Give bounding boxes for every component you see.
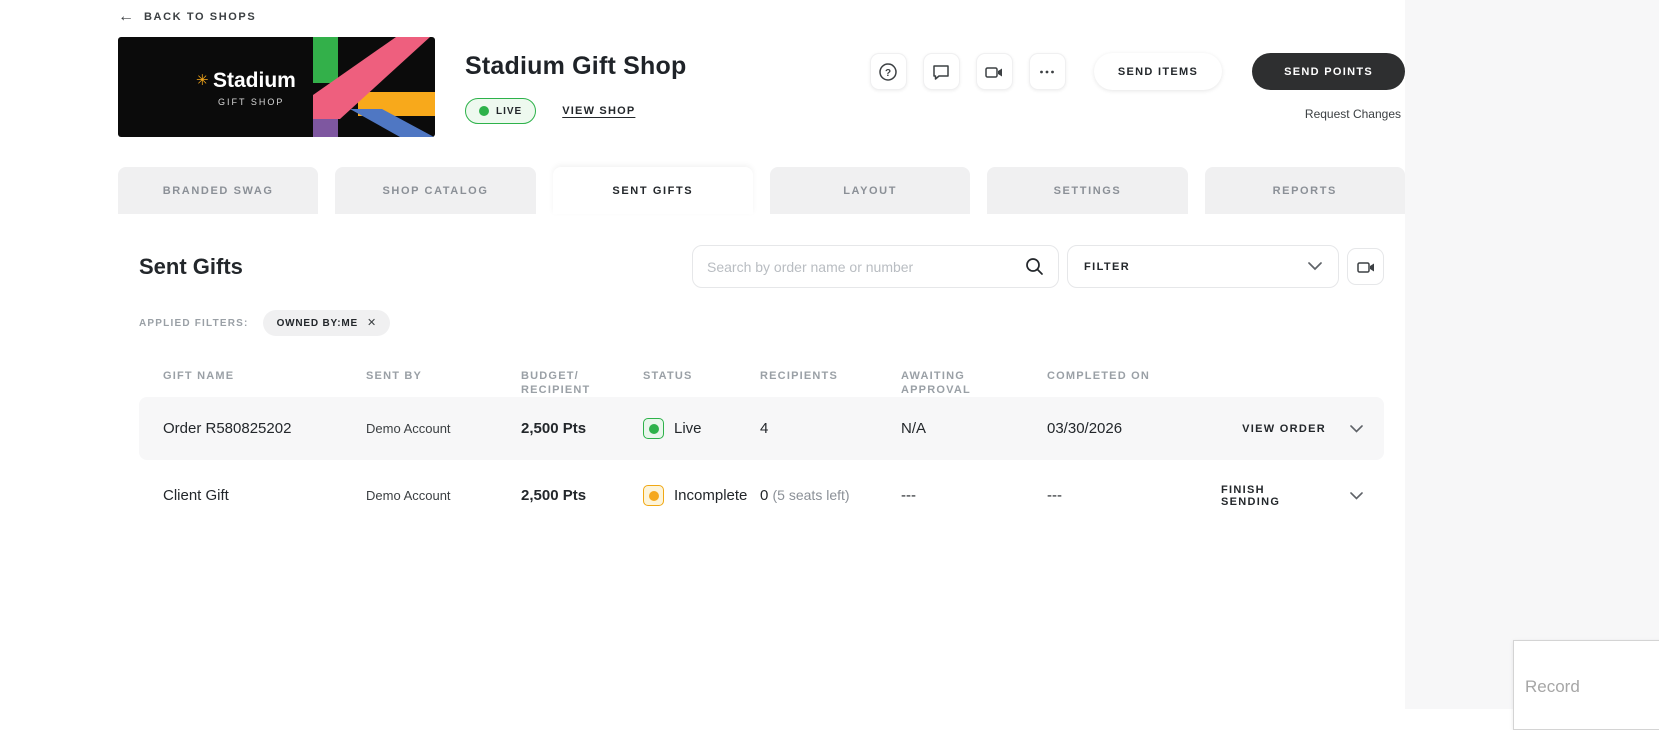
cell-budget: 2,500 Pts [521,420,587,437]
more-options-button[interactable] [1028,53,1066,90]
tab-sent-gifts[interactable]: SENT GIFTS [552,167,753,214]
sent-gifts-table: GIFT NAME SENT BY BUDGET/ RECIPIENT STAT… [139,369,1384,527]
cell-recipients: 4 [760,420,769,437]
svg-text:?: ? [885,68,891,79]
chat-icon [933,64,950,80]
table-row: Order R580825202 Demo Account 2,500 Pts … [139,397,1384,460]
shop-header: ✳ Stadium GIFT SHOP Stadium Gift Shop LI… [118,37,1405,137]
shop-title-block: Stadium Gift Shop LIVE VIEW SHOP [465,37,686,137]
help-icon: ? [879,62,898,81]
request-changes-link[interactable]: Request Changes [1305,107,1405,121]
video-camera-icon [985,66,1003,78]
tab-reports[interactable]: REPORTS [1204,167,1405,214]
row-expand-chevron[interactable] [1350,491,1363,500]
section-heading: Sent Gifts [139,253,243,279]
chevron-down-icon [1308,262,1322,271]
chip-close-icon[interactable]: ✕ [367,317,376,329]
filter-dropdown[interactable]: FILTER [1067,245,1339,288]
live-status-badge: LIVE [465,98,537,124]
view-order-link[interactable]: VIEW ORDER [1242,423,1326,435]
cell-status: Live [643,418,760,439]
svg-text:✳: ✳ [196,72,209,89]
main-column: ← BACK TO SHOPS ✳ Stadium GIFT SHOP Stad… [118,0,1405,527]
cell-awaiting-approval: --- [901,487,916,504]
shop-tabs: BRANDED SWAG SHOP CATALOG SENT GIFTS LAY… [118,167,1405,214]
cell-gift-name: Client Gift [163,487,229,504]
back-label: BACK TO SHOPS [144,11,257,23]
status-incomplete-icon [643,485,664,506]
shop-banner-image: ✳ Stadium GIFT SHOP [118,37,435,137]
page-right-gutter [1405,0,1659,709]
tab-settings[interactable]: SETTINGS [987,167,1188,214]
banner-brand-text: Stadium [213,69,296,92]
table-row: Client Gift Demo Account 2,500 Pts Incom… [139,464,1384,527]
ellipsis-icon [1040,70,1055,73]
order-search [692,245,1059,288]
table-video-button[interactable] [1347,248,1384,285]
cell-gift-name: Order R580825202 [163,420,292,437]
applied-filters-label: APPLIED FILTERS: [139,317,249,329]
seats-left-note: (5 seats left) [772,487,850,503]
cell-awaiting-approval: N/A [901,420,927,437]
status-live-icon [643,418,664,439]
cell-completed-on: 03/30/2026 [1047,420,1123,437]
back-to-shops-link[interactable]: ← BACK TO SHOPS [118,8,1405,26]
cell-completed-on: --- [1047,487,1062,504]
video-camera-icon [1356,261,1374,273]
filter-chip-owned-by-me[interactable]: OWNED BY:ME ✕ [262,310,391,336]
chat-button[interactable] [922,53,960,90]
row-expand-chevron[interactable] [1350,424,1363,433]
send-items-button[interactable]: SEND ITEMS [1093,53,1223,90]
tab-layout[interactable]: LAYOUT [769,167,971,214]
table-header-row: GIFT NAME SENT BY BUDGET/ RECIPIENT STAT… [163,370,1151,396]
tab-branded-swag[interactable]: BRANDED SWAG [118,167,319,214]
video-button[interactable] [975,53,1013,90]
sent-gifts-panel: Sent Gifts FILTER [118,245,1405,527]
tab-shop-catalog[interactable]: SHOP CATALOG [335,167,536,214]
view-shop-link[interactable]: VIEW SHOP [562,105,635,117]
help-button[interactable]: ? [869,53,907,90]
cell-recipients: 0 (5 seats left) [760,487,850,504]
cell-status: Incomplete [643,485,760,506]
cell-budget: 2,500 Pts [521,487,587,504]
cell-sent-by: Demo Account [366,488,451,503]
finish-sending-link[interactable]: FINISH SENDING [1221,484,1326,508]
record-button[interactable]: Record [1513,640,1659,730]
cell-sent-by: Demo Account [366,421,451,436]
banner-tagline-text: GIFT SHOP [218,97,284,107]
page-title: Stadium Gift Shop [465,52,687,80]
search-icon[interactable] [1025,257,1044,276]
live-dot-icon [479,106,489,116]
send-points-button[interactable]: SEND POINTS [1252,53,1405,90]
search-input[interactable] [707,258,1025,275]
back-arrow-icon: ← [118,8,134,25]
